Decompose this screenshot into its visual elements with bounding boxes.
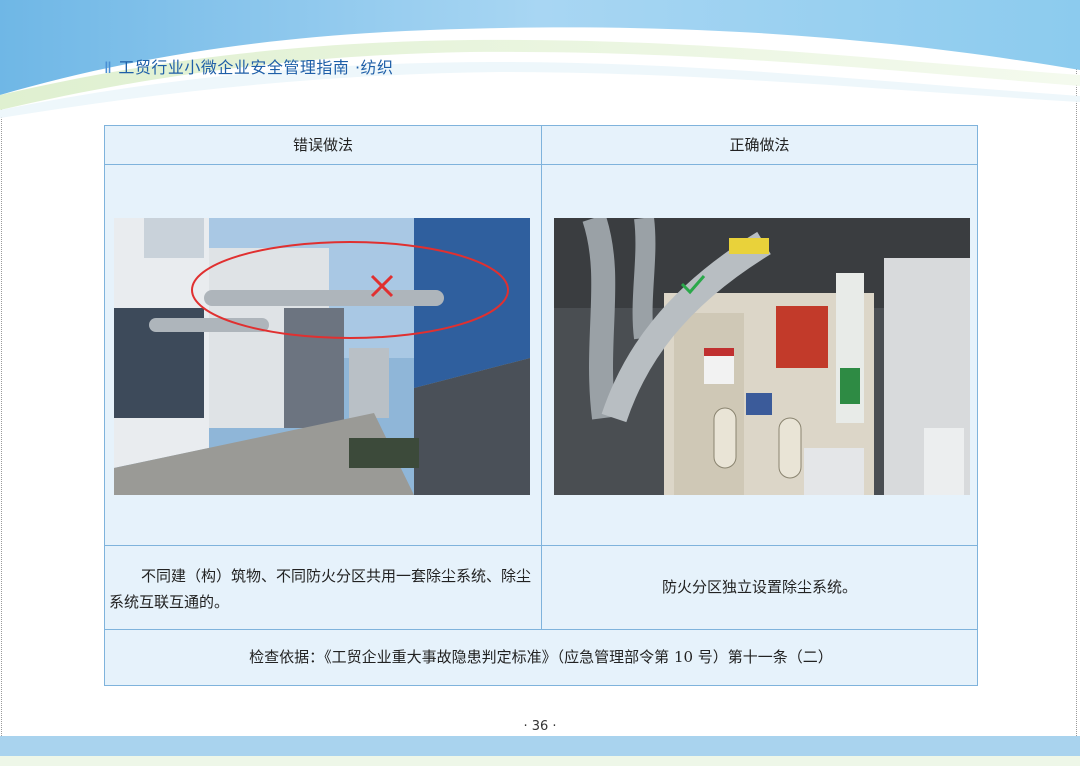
header-title: Ⅱ 工贸行业小微企业安全管理指南 ·纺织 — [104, 54, 394, 78]
page-number: · 36 · — [523, 719, 557, 734]
header-marker: Ⅱ — [104, 58, 113, 77]
wrong-practice-heading: 错误做法 — [292, 136, 353, 154]
comparison-table: 错误做法 正确做法 不同建（构）筑物、不同防火分区共用一套除尘系统、除尘系统互联… — [104, 125, 978, 686]
right-practice-heading: 正确做法 — [729, 136, 790, 154]
inspection-basis: 检查依据：《工贸企业重大事故隐患判定标准》（应急管理部令第 10 号）第十一条（… — [249, 648, 833, 666]
right-practice-description: 防火分区独立设置除尘系统。 — [661, 578, 857, 596]
wrong-practice-description: 不同建（构）筑物、不同防火分区共用一套除尘系统、除尘系统互联互通的。 — [109, 567, 532, 611]
footer-band — [0, 736, 1080, 756]
footer-band-light — [0, 756, 1080, 766]
header-title-text: 工贸行业小微企业安全管理指南 ·纺织 — [118, 58, 394, 77]
wrong-practice-photo — [114, 218, 530, 495]
right-practice-photo — [554, 218, 970, 495]
